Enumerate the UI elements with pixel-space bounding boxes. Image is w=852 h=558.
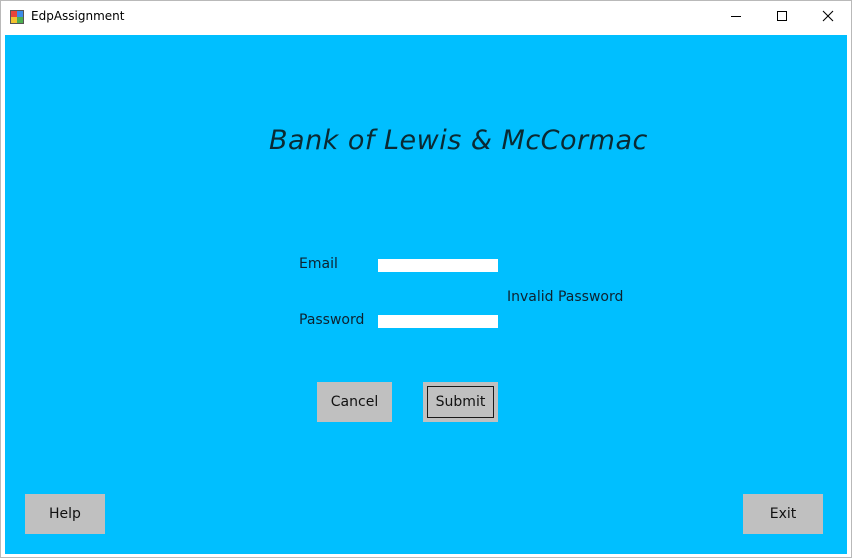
submit-button-label: Submit bbox=[435, 394, 486, 410]
maximize-button[interactable] bbox=[759, 1, 805, 31]
submit-button[interactable]: Submit bbox=[423, 382, 498, 422]
password-label: Password bbox=[299, 312, 365, 328]
minimize-button[interactable] bbox=[713, 1, 759, 31]
winforms-app-icon[interactable] bbox=[10, 9, 24, 24]
minimize-icon bbox=[731, 16, 741, 17]
exit-button[interactable]: Exit bbox=[743, 494, 823, 534]
bank-title: Bank of Lewis & McCormac bbox=[269, 125, 648, 156]
close-icon bbox=[822, 10, 834, 22]
error-message: Invalid Password bbox=[507, 289, 624, 305]
app-window: EdpAssignment Bank of Lewis & McCormac E… bbox=[0, 0, 852, 558]
help-button[interactable]: Help bbox=[25, 494, 105, 534]
cancel-button[interactable]: Cancel bbox=[317, 382, 392, 422]
title-bar[interactable]: EdpAssignment bbox=[1, 1, 851, 32]
window-title: EdpAssignment bbox=[31, 9, 125, 23]
password-field[interactable] bbox=[378, 315, 498, 328]
login-form: Bank of Lewis & McCormac Email Invalid P… bbox=[5, 35, 847, 554]
email-field[interactable] bbox=[378, 259, 498, 272]
maximize-icon bbox=[777, 11, 787, 21]
email-label: Email bbox=[299, 256, 338, 272]
close-button[interactable] bbox=[805, 1, 851, 31]
